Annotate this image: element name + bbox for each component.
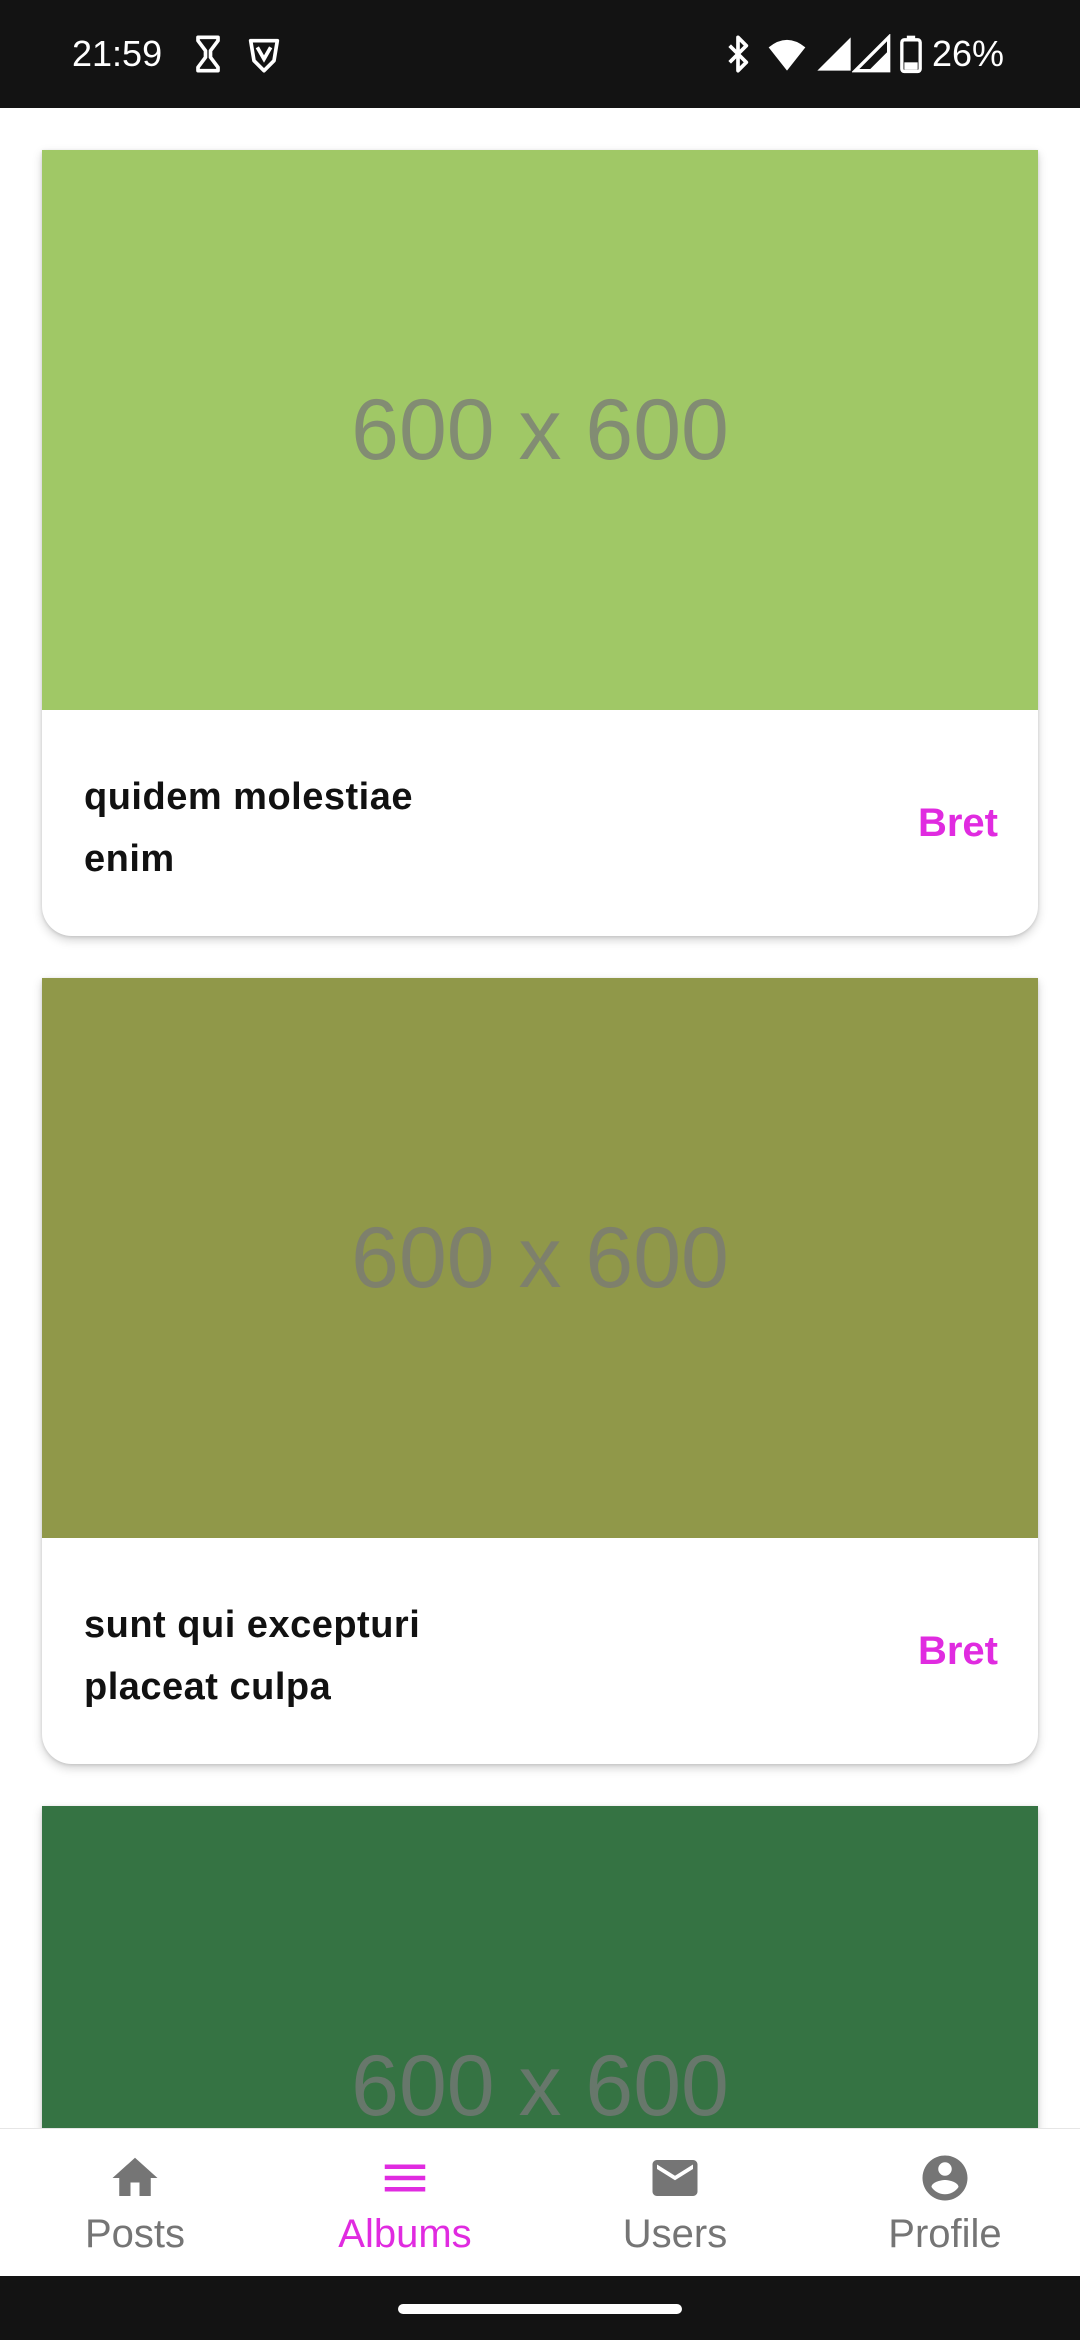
placeholder-text: 600 x 600 [351, 2037, 729, 2129]
bluetooth-icon [728, 35, 749, 73]
album-title: quidem molestiae enim [84, 776, 413, 880]
hourglass-icon [196, 35, 220, 73]
home-icon [112, 2157, 158, 2196]
wifi-icon [768, 39, 806, 71]
account-circle-icon [922, 2155, 968, 2201]
bottom-navigation: Posts Albums Users Profile [0, 2128, 1080, 2277]
album-card[interactable]: 600 x 600 [42, 1806, 1038, 2128]
album-thumbnail: 600 x 600 [42, 1806, 1038, 2128]
album-list[interactable]: 600 x 600 quidem molestiae enim Bret 600… [0, 108, 1080, 2128]
album-card-footer: quidem molestiae enim Bret [42, 710, 1038, 936]
signal-icon [852, 34, 891, 73]
album-card[interactable]: 600 x 600 sunt qui excepturi placeat cul… [42, 978, 1038, 1764]
nav-tab-profile[interactable]: Profile [810, 2129, 1080, 2277]
app-screen: 21:59 26% 600 x 600 quidem molestiae eni… [0, 0, 1080, 2340]
album-thumbnail: 600 x 600 [42, 150, 1038, 710]
battery-icon [900, 35, 922, 74]
battery-percentage: 26% [932, 33, 1005, 74]
album-thumbnail: 600 x 600 [42, 978, 1038, 1538]
nav-tab-albums[interactable]: Albums [270, 2129, 540, 2277]
album-user-link[interactable]: Bret [918, 793, 998, 853]
status-time: 21:59 [72, 33, 163, 74]
signal-icon [817, 37, 851, 71]
system-navigation-bar [0, 2276, 1080, 2340]
album-card[interactable]: 600 x 600 quidem molestiae enim Bret [42, 150, 1038, 936]
placeholder-text: 600 x 600 [351, 381, 729, 478]
mail-icon [652, 2160, 698, 2196]
home-gesture-handle[interactable] [398, 2304, 682, 2314]
status-bar: 21:59 26% [0, 0, 1080, 108]
nav-label-albums: Albums [338, 2212, 472, 2256]
nav-label-profile: Profile [888, 2212, 1002, 2256]
nav-tab-posts[interactable]: Posts [0, 2129, 270, 2277]
menu-icon [384, 2164, 426, 2192]
album-user-link[interactable]: Bret [918, 1621, 998, 1681]
nav-tab-users[interactable]: Users [540, 2129, 810, 2277]
vpn-shield-icon [248, 38, 280, 73]
nav-label-posts: Posts [84, 2212, 186, 2256]
album-title: sunt qui excepturi placeat culpa [84, 1604, 421, 1708]
placeholder-text: 600 x 600 [351, 1209, 729, 1306]
album-card-footer: sunt qui excepturi placeat culpa Bret [42, 1538, 1038, 1764]
nav-label-users: Users [622, 2212, 728, 2256]
